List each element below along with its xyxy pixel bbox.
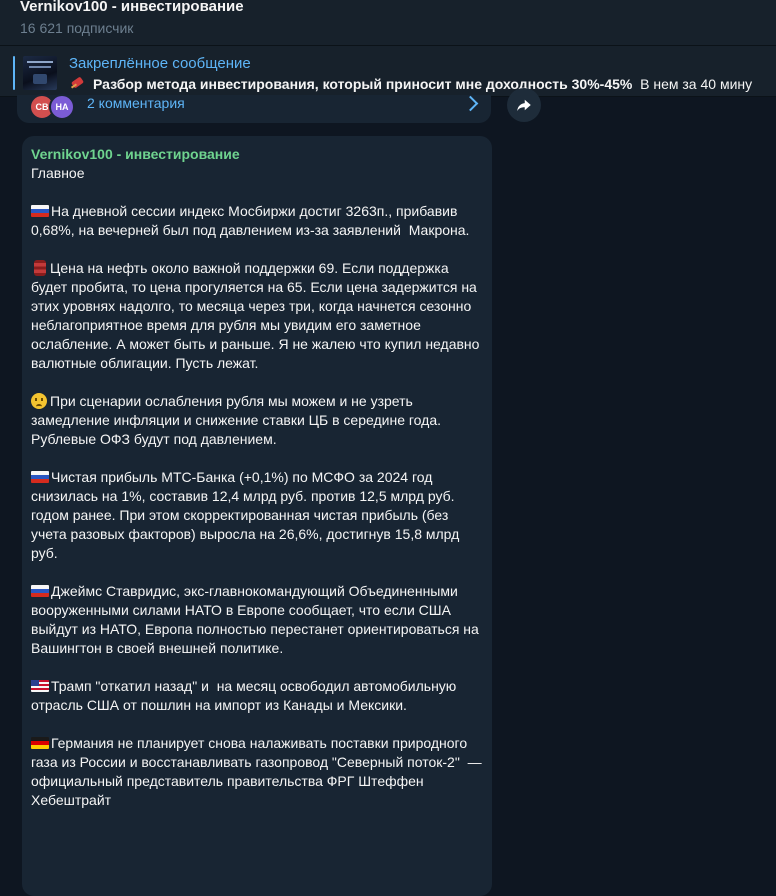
message-paragraph: Джеймс Ставридис, экс-главнокомандующий … (31, 583, 483, 656)
pinned-text-rest: В нем за 40 мину (640, 76, 753, 92)
oil-barrel-icon (34, 260, 46, 276)
germany-flag-icon (31, 737, 49, 749)
avatar: НА (49, 94, 75, 120)
message-paragraph: Германия не планирует снова налаживать п… (31, 735, 486, 808)
pinned-thumbnail (23, 56, 57, 90)
pinned-accent-line (13, 56, 15, 90)
chat-header[interactable]: Vernikov100 - инвестирование 16 621 подп… (0, 0, 776, 45)
message-text: Главное На дневной сессии индекс Мосбирж… (31, 164, 483, 829)
message-sender[interactable]: Vernikov100 - инвестирование (31, 146, 240, 162)
pinned-label: Закреплённое сообщение (69, 55, 251, 72)
pinned-text: Разбор метода инвестирования, который пр… (69, 76, 752, 92)
crying-face-icon (31, 393, 47, 409)
russia-flag-icon (31, 585, 49, 597)
comments-button[interactable]: 2 комментария (87, 95, 185, 111)
firecracker-icon (69, 77, 87, 91)
pinned-message-bar[interactable]: Закреплённое сообщение Разбор метода инв… (0, 45, 776, 97)
message-paragraph: При сценарии ослабления рубля мы можем и… (31, 393, 445, 447)
usa-flag-icon (31, 680, 49, 692)
channel-title[interactable]: Vernikov100 - инвестирование (20, 0, 244, 15)
russia-flag-icon (31, 471, 49, 483)
message-paragraph: Цена на нефть около важной поддержки 69.… (31, 260, 484, 371)
message-paragraph: Чистая прибыль МТС-Банка (+0,1%) по МСФО… (31, 469, 464, 561)
message-paragraph: Трамп "откатил назад" и на месяц освобод… (31, 678, 461, 713)
pinned-text-bold: Разбор метода инвестирования, который пр… (93, 76, 633, 92)
russia-flag-icon (31, 205, 49, 217)
message-title: Главное (31, 165, 85, 181)
subscriber-count: 16 621 подписчик (20, 20, 134, 36)
forward-icon (517, 99, 531, 111)
forward-button[interactable] (507, 88, 541, 122)
message-paragraph: На дневной сессии индекс Мосбиржи достиг… (31, 203, 470, 238)
